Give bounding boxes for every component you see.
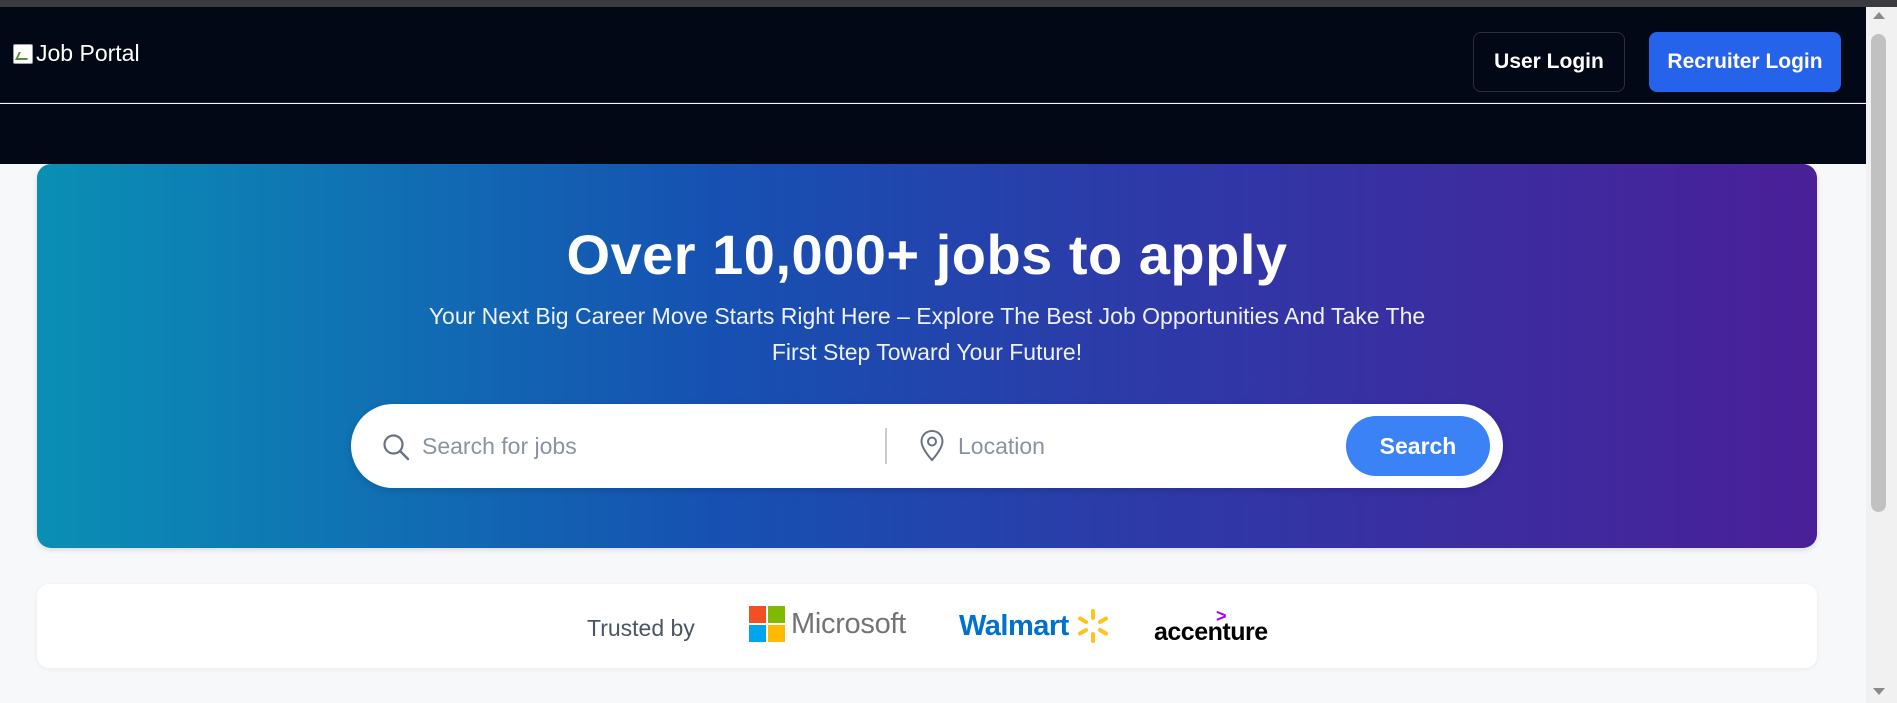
- walmart-logo: Walmart: [959, 608, 1111, 644]
- hero-banner: Over 10,000+ jobs to apply Your Next Big…: [37, 164, 1817, 548]
- location-input[interactable]: [958, 426, 1358, 466]
- location-pin-icon: [920, 429, 944, 462]
- accenture-logo: > accenture: [1154, 606, 1274, 646]
- trusted-by-label: Trusted by: [587, 615, 695, 641]
- navbar-spacer: [0, 104, 1866, 164]
- search-divider: [885, 428, 887, 464]
- search-icon: [383, 434, 410, 461]
- hero-title: Over 10,000+ jobs to apply: [566, 223, 1288, 286]
- hero-subtitle: Your Next Big Career Move Starts Right H…: [428, 303, 1426, 365]
- walmart-spark-icon: [1077, 609, 1108, 643]
- accenture-logo-text: accenture: [1154, 618, 1268, 646]
- microsoft-logo: Microsoft: [749, 606, 906, 642]
- search-input[interactable]: [422, 426, 822, 466]
- trusted-by-section: Trusted by Microsoft Walmart > accenture: [37, 584, 1817, 668]
- microsoft-logo-text: Microsoft: [791, 607, 906, 640]
- logo-alt-text: Job Portal: [36, 40, 140, 66]
- navbar: Job Portal User Login Recruiter Login: [0, 7, 1866, 103]
- broken-image-icon: [13, 43, 33, 64]
- microsoft-grid-icon: [749, 606, 785, 642]
- recruiter-login-button[interactable]: Recruiter Login: [1649, 32, 1841, 92]
- walmart-logo-text: Walmart: [959, 609, 1069, 642]
- user-login-button[interactable]: User Login: [1473, 32, 1625, 92]
- search-button[interactable]: Search: [1346, 416, 1490, 476]
- search-bar: Search: [351, 404, 1503, 488]
- scrollbar-thumb[interactable]: [1871, 34, 1886, 512]
- logo[interactable]: Job Portal: [13, 40, 140, 67]
- browser-top-strip: [0, 0, 1897, 7]
- scroll-up-arrow-icon[interactable]: [1873, 12, 1885, 19]
- scroll-down-arrow-icon[interactable]: [1873, 688, 1885, 695]
